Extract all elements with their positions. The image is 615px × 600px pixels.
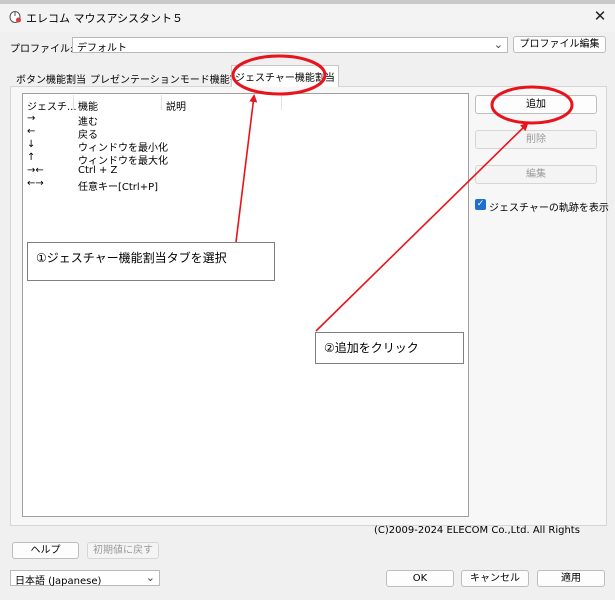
close-icon[interactable]: ✕ xyxy=(590,7,610,25)
profile-label: プロファイル: xyxy=(10,44,74,55)
gesture-cell: →← xyxy=(27,165,44,176)
language-select[interactable]: 日本語 (Japanese) ⌄ xyxy=(10,570,160,587)
annotation-step2-callout: ②追加をクリック xyxy=(315,332,464,364)
list-item[interactable]: ↓ ウィンドウを最小化 xyxy=(23,139,468,154)
apply-button[interactable]: 適用 xyxy=(537,570,605,587)
profile-select-value: デフォルト xyxy=(77,43,127,54)
add-button[interactable]: 追加 xyxy=(475,95,597,114)
column-separator xyxy=(281,95,282,110)
ok-button[interactable]: OK xyxy=(386,570,454,587)
edit-button[interactable]: 編集 xyxy=(475,165,597,184)
profile-select[interactable]: デフォルト ⌄ xyxy=(72,37,508,54)
gesture-cell: ↑ xyxy=(27,152,36,163)
delete-button[interactable]: 削除 xyxy=(475,130,597,149)
help-button[interactable]: ヘルプ xyxy=(12,542,79,559)
window-top-strip xyxy=(0,0,615,4)
mouse-app-icon xyxy=(8,9,22,23)
reset-defaults-button[interactable]: 初期値に戻す xyxy=(87,542,159,559)
column-separator xyxy=(161,95,162,110)
profile-edit-button[interactable]: プロファイル編集 xyxy=(513,36,606,53)
column-header-description[interactable]: 説明 xyxy=(166,98,186,113)
gesture-cell: ←→ xyxy=(27,178,44,189)
gesture-cell: → xyxy=(27,113,36,124)
tab-presentation-mode[interactable]: プレゼンテーションモード機能割当 xyxy=(87,68,253,86)
show-trail-label: ジェスチャーの軌跡を表示 xyxy=(489,203,609,214)
list-item[interactable]: ← 戻る xyxy=(23,126,468,141)
copyright-text: (C)2009-2024 ELECOM Co.,Ltd. All Rights xyxy=(374,525,580,536)
cancel-button[interactable]: キャンセル xyxy=(461,570,529,587)
show-trail-checkbox[interactable]: ✓ xyxy=(475,199,486,210)
chevron-down-icon: ⌄ xyxy=(493,38,503,51)
tab-gesture-assignment[interactable]: ジェスチャー機能割当 xyxy=(231,65,339,87)
function-cell: Ctrl + Z xyxy=(78,165,118,176)
gesture-cell: ← xyxy=(27,126,36,137)
list-item[interactable]: → 進む xyxy=(23,113,468,128)
gesture-list[interactable]: ジェスチ... 機能 説明 → 進む ← 戻る ↓ ウィンドウを最小化 ↑ ウィ… xyxy=(22,93,469,517)
gesture-cell: ↓ xyxy=(27,139,36,150)
list-item[interactable]: →← Ctrl + Z xyxy=(23,165,468,178)
annotation-step1-callout: ①ジェスチャー機能割当タブを選択 xyxy=(27,242,275,281)
list-item[interactable]: ↑ ウィンドウを最大化 xyxy=(23,152,468,167)
tab-button-assignment[interactable]: ボタン機能割当 xyxy=(13,68,89,86)
chevron-down-icon: ⌄ xyxy=(145,571,155,584)
column-header-function[interactable]: 機能 xyxy=(78,98,98,113)
language-select-value: 日本語 (Japanese) xyxy=(15,576,102,587)
window-title: エレコム マウスアシスタント５ xyxy=(26,12,184,25)
column-separator xyxy=(73,95,74,110)
column-header-gesture[interactable]: ジェスチ... xyxy=(27,98,77,113)
function-cell: 任意キー[Ctrl+P] xyxy=(78,182,159,193)
list-item[interactable]: ←→ 任意キー[Ctrl+P] xyxy=(23,178,468,193)
